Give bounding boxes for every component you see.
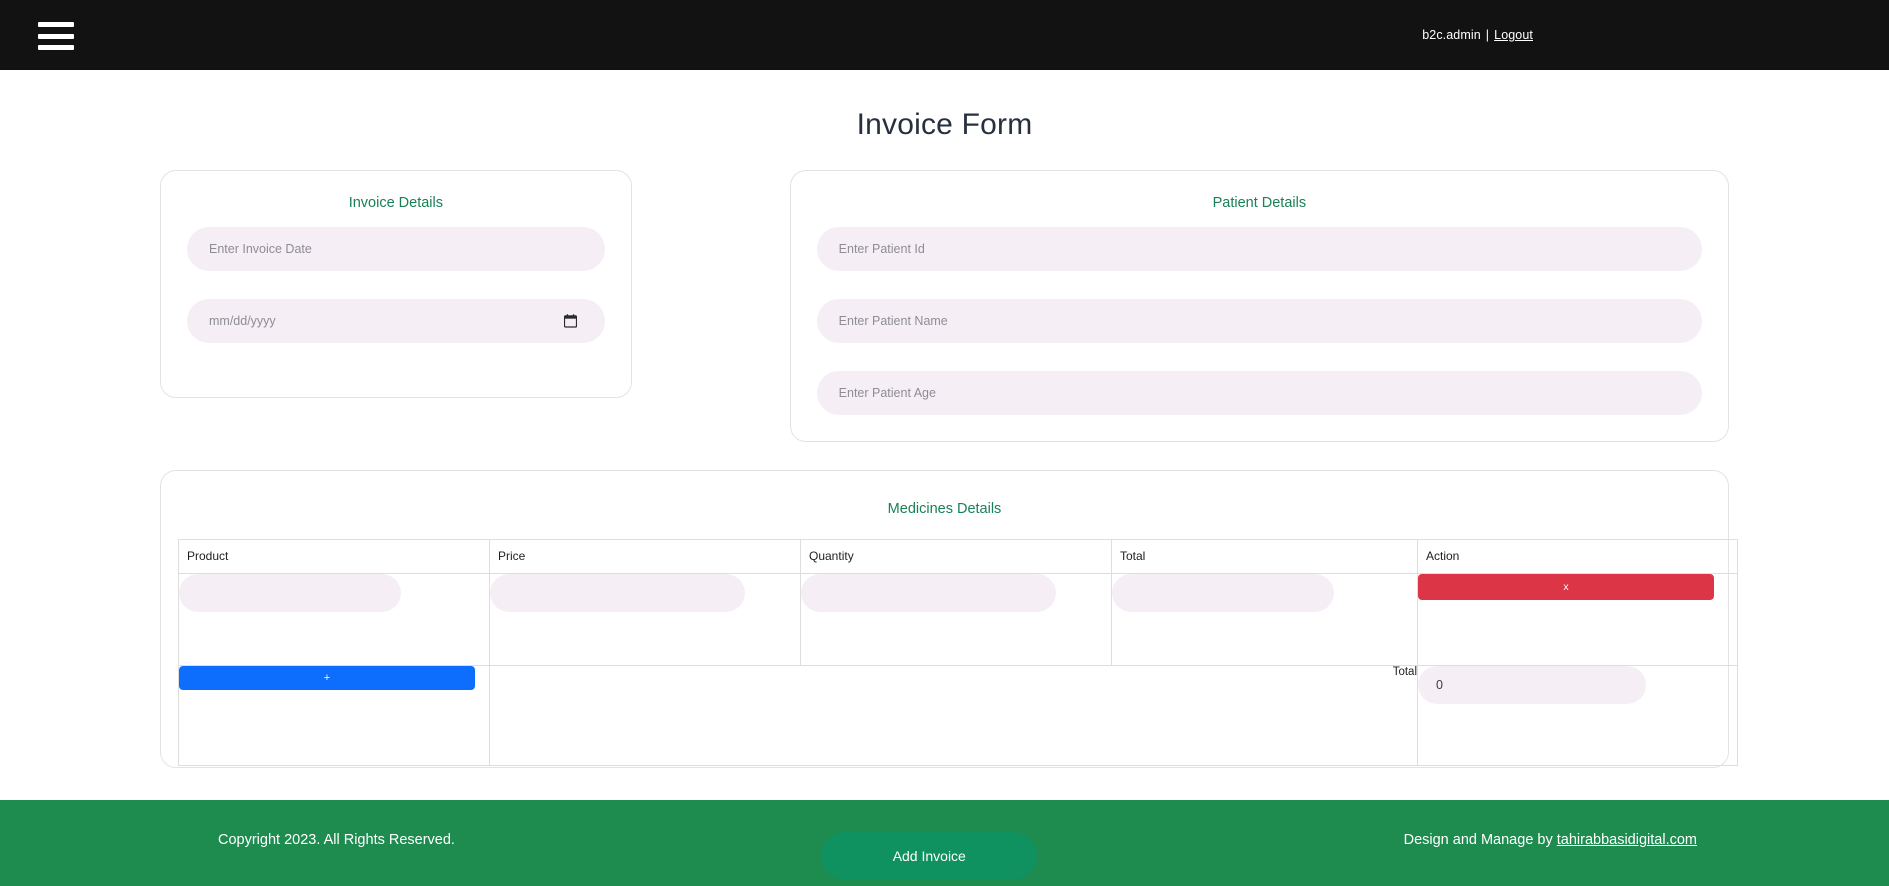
hamburger-bar-2 (38, 33, 74, 39)
invoice-details-card: Invoice Details (160, 170, 632, 398)
logout-link[interactable]: Logout (1494, 28, 1533, 42)
page-title: Invoice Form (856, 108, 1033, 141)
medicines-details-card: Medicines Details Product Price Quantity… (160, 470, 1738, 768)
patient-age-input[interactable] (816, 371, 1702, 415)
medicines-table-body: x + Total (178, 573, 1738, 766)
column-header-product: Product (178, 539, 490, 574)
medicines-details-title: Medicines Details (887, 501, 1002, 517)
invoice-date-picker-input[interactable] (187, 299, 605, 343)
details-cards-row: Invoice Details Patient Details (0, 170, 1889, 442)
invoice-date-text-input[interactable] (187, 227, 605, 271)
table-row: x (178, 573, 1738, 666)
row-price-input[interactable] (490, 574, 745, 612)
patient-details-title: Patient Details (1212, 195, 1307, 211)
cell-price (489, 573, 801, 666)
hamburger-menu-icon[interactable] (38, 22, 74, 50)
hamburger-bar-3 (38, 45, 74, 50)
table-footer-row: + Total (178, 665, 1738, 766)
footer-credit: Design and Manage by tahirabbasidigital.… (1404, 832, 1889, 854)
navbar-username: b2c.admin (1422, 28, 1481, 42)
table-header-row: Product Price Quantity Total Action (178, 539, 1738, 574)
patient-name-input[interactable] (816, 299, 1702, 343)
page-body: Invoice Form Invoice Details Patient Det… (0, 70, 1889, 800)
add-invoice-button[interactable]: Add Invoice (821, 832, 1038, 880)
grand-total-label: Total (489, 665, 1418, 766)
navbar-user-area: b2c.admin | Logout (1422, 28, 1533, 42)
top-navbar: b2c.admin | Logout (0, 0, 1889, 70)
delete-row-button[interactable]: x (1418, 574, 1714, 600)
patient-id-input[interactable] (816, 227, 1702, 271)
row-quantity-input[interactable] (801, 574, 1056, 612)
footer-credit-link[interactable]: tahirabbasidigital.com (1557, 832, 1697, 848)
footer-credit-prefix: Design and Manage by (1403, 832, 1557, 848)
medicines-table: Product Price Quantity Total Action x + … (178, 539, 1738, 766)
hamburger-bar-1 (38, 22, 74, 27)
grand-total-input[interactable] (1418, 666, 1646, 704)
column-header-total: Total (1111, 539, 1418, 574)
cell-product (178, 573, 490, 666)
cell-action: x (1417, 573, 1738, 666)
column-header-action: Action (1417, 539, 1738, 574)
cell-quantity (800, 573, 1112, 666)
cell-total (1111, 573, 1418, 666)
patient-details-card: Patient Details (789, 170, 1729, 442)
cell-add-row: + (178, 665, 490, 766)
page-footer: Copyright 2023. All Rights Reserved. Add… (0, 800, 1889, 886)
invoice-date-picker-wrap (187, 299, 605, 343)
row-total-input[interactable] (1112, 574, 1334, 612)
column-header-quantity: Quantity (800, 539, 1112, 574)
medicines-table-head: Product Price Quantity Total Action (178, 539, 1738, 574)
navbar-separator: | (1485, 28, 1490, 42)
cell-grand-total (1417, 665, 1738, 766)
footer-copyright: Copyright 2023. All Rights Reserved. (218, 832, 455, 848)
invoice-details-title: Invoice Details (348, 195, 443, 211)
row-product-input[interactable] (179, 574, 401, 612)
add-row-button[interactable]: + (179, 666, 475, 690)
column-header-price: Price (489, 539, 801, 574)
